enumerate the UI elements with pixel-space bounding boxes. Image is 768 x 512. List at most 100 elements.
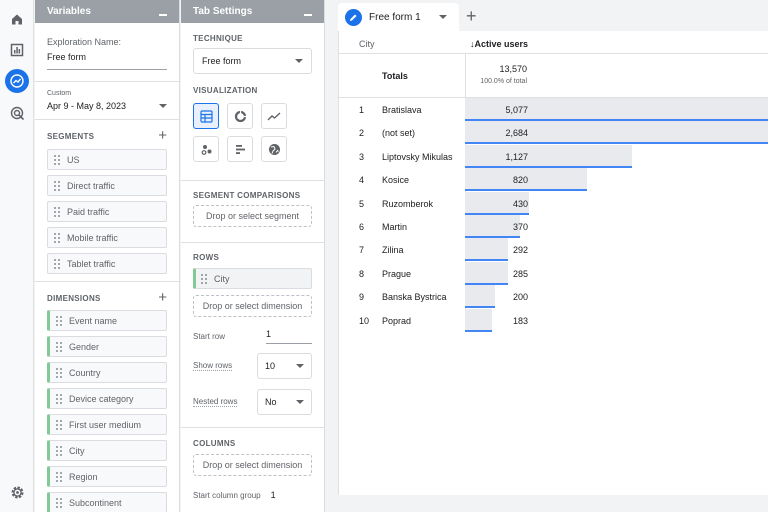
segment-label: Direct traffic bbox=[67, 180, 115, 191]
active-users-bar bbox=[465, 308, 492, 332]
dimension-chip[interactable]: Country bbox=[47, 362, 167, 383]
dimension-chip[interactable]: Gender bbox=[47, 336, 167, 357]
add-tab-icon[interactable]: + bbox=[466, 6, 477, 27]
minimize-icon[interactable] bbox=[304, 13, 312, 16]
row-city[interactable]: (not set) bbox=[382, 128, 415, 138]
date-range-picker[interactable]: Custom Apr 9 - May 8, 2023 bbox=[35, 82, 179, 111]
column-dimension-drop-zone[interactable]: Drop or select dimension bbox=[193, 454, 312, 476]
start-row-input[interactable]: 1 bbox=[266, 329, 312, 344]
segment-drop-zone[interactable]: Drop or select segment bbox=[193, 205, 312, 227]
drag-handle-icon[interactable] bbox=[55, 315, 63, 326]
table-row[interactable]: 1 Bratislava 5,077 bbox=[339, 98, 768, 121]
bar-viz-button[interactable] bbox=[227, 136, 253, 162]
row-index: 10 bbox=[359, 315, 370, 326]
tab-free-form-1[interactable]: Free form 1 bbox=[338, 3, 459, 31]
dimension-label: Event name bbox=[69, 315, 118, 326]
column-header-active-users[interactable]: ↓Active users bbox=[470, 39, 528, 49]
show-rows-value: 10 bbox=[265, 361, 276, 371]
row-active-users: 1,127 bbox=[505, 151, 528, 162]
drag-handle-icon[interactable] bbox=[53, 258, 61, 269]
segment-chip[interactable]: Tablet traffic bbox=[47, 253, 167, 274]
row-index: 8 bbox=[359, 268, 365, 279]
chevron-down-icon[interactable] bbox=[439, 15, 447, 19]
row-active-users: 5,077 bbox=[505, 105, 528, 115]
drag-handle-icon[interactable] bbox=[53, 206, 61, 217]
drag-handle-icon[interactable] bbox=[55, 471, 63, 482]
drag-handle-icon[interactable] bbox=[55, 393, 63, 404]
pencil-icon[interactable] bbox=[345, 8, 362, 26]
columns-title: COLUMNS bbox=[193, 439, 236, 448]
home-icon[interactable] bbox=[7, 9, 27, 29]
row-city[interactable]: Zilina bbox=[382, 245, 404, 255]
drag-handle-icon[interactable] bbox=[55, 419, 63, 430]
drag-handle-icon[interactable] bbox=[55, 497, 63, 508]
show-rows-select[interactable]: 10 bbox=[257, 353, 312, 379]
table-row[interactable]: 4 Kosice 820 bbox=[339, 168, 768, 192]
scatter-viz-button[interactable] bbox=[193, 136, 219, 162]
drag-handle-icon[interactable] bbox=[55, 445, 63, 456]
table-row[interactable]: 9 Banska Bystrica 200 bbox=[339, 285, 768, 309]
segment-chip[interactable]: Mobile traffic bbox=[47, 227, 167, 248]
row-city[interactable]: Poprad bbox=[382, 316, 411, 326]
drag-handle-icon[interactable] bbox=[53, 180, 61, 191]
row-city[interactable]: Prague bbox=[382, 269, 411, 279]
row-city[interactable]: Ruzomberok bbox=[382, 199, 433, 209]
drag-handle-icon[interactable] bbox=[200, 273, 208, 284]
table-row[interactable]: 8 Prague 285 bbox=[339, 261, 768, 285]
row-city[interactable]: Kosice bbox=[382, 175, 409, 185]
row-dimension-label: City bbox=[214, 273, 230, 284]
advertising-icon[interactable] bbox=[7, 103, 27, 123]
table-row[interactable]: 7 Zilina 292 bbox=[339, 238, 768, 262]
explore-icon[interactable] bbox=[5, 69, 29, 93]
dimension-chip[interactable]: Region bbox=[47, 466, 167, 487]
drag-handle-icon[interactable] bbox=[55, 367, 63, 378]
settings-icon[interactable] bbox=[7, 482, 27, 502]
start-column-group-input[interactable]: 1 bbox=[271, 490, 276, 500]
segment-chip[interactable]: Direct traffic bbox=[47, 175, 167, 196]
row-city[interactable]: Liptovsky Mikulas bbox=[382, 152, 453, 162]
row-city[interactable]: Martin bbox=[382, 222, 407, 232]
row-city[interactable]: Bratislava bbox=[382, 105, 422, 115]
minimize-icon[interactable] bbox=[159, 13, 167, 16]
chevron-down-icon[interactable] bbox=[159, 104, 167, 108]
drag-handle-icon[interactable] bbox=[55, 341, 63, 352]
dimension-chip[interactable]: Subcontinent bbox=[47, 492, 167, 512]
row-dimension-drop-zone[interactable]: Drop or select dimension bbox=[193, 295, 312, 317]
table-row[interactable]: 6 Martin 370 bbox=[339, 215, 768, 238]
technique-select[interactable]: Free form bbox=[193, 48, 312, 74]
geo-map-viz-button[interactable] bbox=[261, 136, 287, 162]
drag-handle-icon[interactable] bbox=[53, 232, 61, 243]
segment-chip[interactable]: Paid traffic bbox=[47, 201, 167, 222]
dimension-chip[interactable]: City bbox=[47, 440, 167, 461]
column-header-city[interactable]: City bbox=[359, 39, 375, 49]
table-row[interactable]: 2 (not set) 2,684 bbox=[339, 121, 768, 145]
row-city[interactable]: Banska Bystrica bbox=[382, 292, 447, 302]
nested-rows-select[interactable]: No bbox=[257, 389, 312, 415]
donut-viz-button[interactable] bbox=[227, 103, 253, 129]
row-index: 7 bbox=[359, 245, 365, 256]
exploration-name-label: Exploration Name: bbox=[47, 37, 122, 47]
row-active-users: 820 bbox=[512, 175, 528, 186]
chevron-down-icon bbox=[296, 364, 304, 368]
row-dimension-chip[interactable]: City bbox=[193, 268, 312, 289]
row-index: 2 bbox=[359, 128, 365, 139]
table-row[interactable]: 3 Liptovsky Mikulas 1,127 bbox=[339, 144, 768, 168]
segment-chip[interactable]: US bbox=[47, 149, 167, 170]
dimension-chip[interactable]: Event name bbox=[47, 310, 167, 331]
add-dimension-icon[interactable]: + bbox=[158, 290, 167, 305]
row-index: 4 bbox=[359, 175, 365, 186]
reports-icon[interactable] bbox=[7, 40, 27, 60]
table-row[interactable]: 5 Ruzomberok 430 bbox=[339, 191, 768, 215]
table-row[interactable]: 10 Poprad 183 bbox=[339, 308, 768, 332]
drag-handle-icon[interactable] bbox=[53, 154, 61, 165]
add-segment-icon[interactable]: + bbox=[158, 128, 167, 143]
row-active-users: 183 bbox=[512, 315, 528, 326]
line-viz-button[interactable] bbox=[261, 103, 287, 129]
table-viz-button[interactable] bbox=[193, 103, 219, 129]
tab-name[interactable]: Free form 1 bbox=[369, 12, 439, 23]
dimension-chip[interactable]: Device category bbox=[47, 388, 167, 409]
exploration-name-input[interactable]: Free form bbox=[47, 52, 167, 62]
visualization-title: VISUALIZATION bbox=[193, 86, 258, 95]
nested-rows-label: Nested rows bbox=[193, 397, 238, 407]
dimension-chip[interactable]: First user medium bbox=[47, 414, 167, 435]
